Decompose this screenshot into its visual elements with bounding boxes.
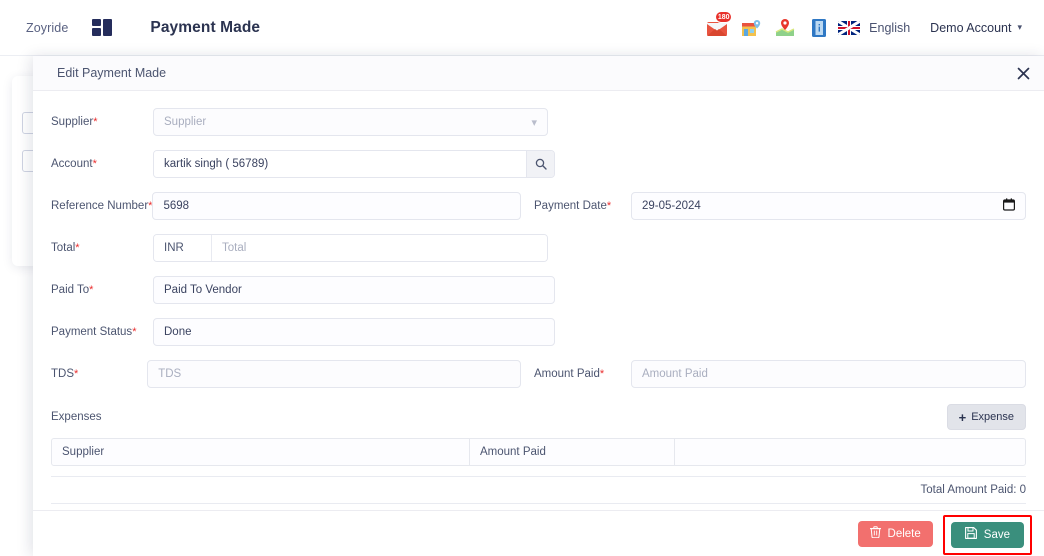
store-location-icon[interactable] [734, 11, 768, 45]
add-expense-label: Expense [971, 411, 1014, 423]
grid-logo-icon[interactable] [92, 18, 113, 37]
save-disk-icon [964, 527, 977, 542]
modal-body: Supplier* Supplier ▾ Account* kartik sin… [33, 91, 1044, 510]
expenses-column-header [675, 439, 1025, 465]
modal-title: Edit Payment Made [57, 66, 167, 80]
account-field-wrapper: kartik singh ( 56789) [153, 150, 555, 178]
amount-paid-label: Amount Paid* [534, 368, 605, 380]
page-title: Payment Made [150, 18, 261, 36]
save-button[interactable]: Save [950, 521, 1024, 548]
expenses-title: Expenses [51, 411, 102, 423]
chevron-down-icon: ▾ [1017, 22, 1022, 32]
calendar-icon[interactable] [1003, 198, 1016, 214]
form-row-reference-date: Reference Number* 5698 Payment Date* 29-… [51, 192, 1026, 220]
save-button-label: Save [983, 528, 1010, 541]
chevron-down-icon: ▾ [531, 116, 537, 129]
uk-flag-icon[interactable] [836, 11, 862, 45]
supplier-label: Supplier* [51, 116, 98, 128]
form-row-account: Account* kartik singh ( 56789) [51, 150, 1026, 178]
expenses-column-header: Supplier [52, 439, 470, 465]
amount-paid-input[interactable]: Amount Paid [631, 360, 1026, 388]
payment-date-group: Payment Date* 29-05-2024 [534, 192, 1026, 220]
tds-input[interactable]: TDS [147, 360, 521, 388]
form-row-supplier: Supplier* Supplier ▾ [51, 108, 1026, 136]
form-row-payment-status: Payment Status* Done [51, 318, 1026, 346]
amount-paid-group: Amount Paid* Amount Paid [534, 360, 1026, 388]
app-header: Zoyride Payment Made 180 English Demo Ac… [0, 0, 1044, 56]
total-label: Total* [51, 242, 80, 254]
total-field-wrapper: INR Total [153, 234, 548, 262]
account-label: Account* [51, 158, 97, 170]
total-amount-input[interactable]: Total [212, 235, 547, 261]
account-input[interactable]: kartik singh ( 56789) [154, 151, 526, 177]
modal-header: Edit Payment Made [33, 56, 1044, 91]
search-icon[interactable] [526, 151, 554, 177]
payment-status-label: Payment Status* [51, 326, 137, 338]
close-icon[interactable] [1012, 62, 1034, 84]
supplier-select-value: Supplier [164, 116, 207, 128]
paid-to-select[interactable]: Paid To Vendor [153, 276, 555, 304]
brand-name: Zoyride [26, 20, 69, 35]
payment-date-input[interactable]: 29-05-2024 [631, 192, 1026, 220]
trash-icon [869, 526, 881, 541]
form-row-paid-to: Paid To* Paid To Vendor [51, 276, 1026, 304]
account-menu-label: Demo Account [930, 20, 1012, 35]
account-menu[interactable]: Demo Account ▾ [930, 21, 1022, 35]
add-expense-button[interactable]: + Expense [946, 404, 1026, 430]
tds-label: TDS* [51, 368, 79, 380]
mail-icon[interactable]: 180 [700, 10, 734, 45]
payment-date-value: 29-05-2024 [642, 200, 701, 212]
payment-status-select[interactable]: Done [153, 318, 555, 346]
header-actions: 180 English Demo Account ▾ [700, 10, 1026, 45]
expenses-header: Expenses + Expense [51, 402, 1026, 432]
mail-badge-count: 180 [715, 10, 733, 23]
expenses-table: Supplier Amount Paid [51, 438, 1026, 466]
reference-number-label: Reference Number* [51, 200, 153, 212]
map-marker-icon[interactable] [768, 11, 802, 45]
edit-payment-made-modal: Edit Payment Made Supplier* Supplier ▾ A… [33, 56, 1044, 556]
expenses-total-text: Total Amount Paid: 0 [920, 484, 1026, 496]
total-currency[interactable]: INR [154, 235, 212, 261]
language-label[interactable]: English [869, 21, 910, 35]
expenses-total-row: Total Amount Paid: 0 [51, 476, 1026, 504]
reference-number-input[interactable]: 5698 [152, 192, 521, 220]
delete-button-label: Delete [887, 527, 921, 540]
save-button-highlight: Save [942, 514, 1032, 555]
form-row-total: Total* INR Total [51, 234, 1026, 262]
delete-button[interactable]: Delete [857, 520, 933, 547]
modal-footer: Delete Save [33, 510, 1044, 556]
info-book-icon[interactable] [802, 11, 836, 45]
form-row-tds-amount: TDS* TDS Amount Paid* Amount Paid [51, 360, 1026, 388]
supplier-select[interactable]: Supplier ▾ [153, 108, 548, 136]
paid-to-label: Paid To* [51, 284, 94, 296]
expenses-column-header: Amount Paid [470, 439, 675, 465]
plus-icon: + [958, 409, 967, 425]
payment-date-label: Payment Date* [534, 200, 612, 212]
